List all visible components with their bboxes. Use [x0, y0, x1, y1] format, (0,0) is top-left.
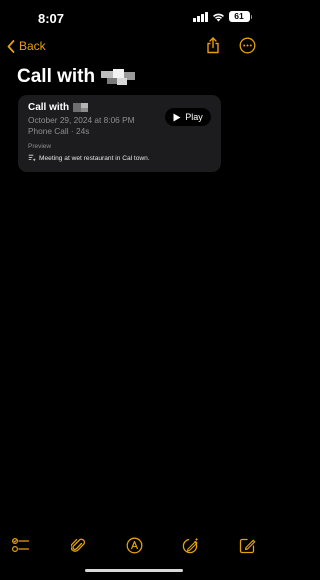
back-button[interactable]: Back — [7, 39, 46, 53]
more-icon — [239, 37, 256, 59]
call-card-title: Call with — [28, 102, 89, 113]
call-recording-card[interactable]: Call with October 29, 2024 at 8:06 PM Ph… — [18, 95, 221, 172]
chevron-left-icon — [7, 39, 15, 53]
more-button[interactable] — [237, 37, 257, 59]
call-date: October 29, 2024 at 8:06 PM — [28, 115, 135, 125]
new-note-icon — [239, 537, 256, 554]
battery-icon: 61 — [228, 11, 252, 22]
attachment-button[interactable] — [68, 535, 88, 555]
preview-text-content: Meeting at wet restaurant in Cal town. — [39, 154, 150, 162]
bottom-toolbar — [0, 535, 268, 555]
wifi-icon — [212, 12, 225, 22]
home-indicator — [85, 569, 183, 572]
cellular-signal-icon — [193, 11, 208, 22]
redacted-name — [101, 69, 136, 85]
status-time: 8:07 — [38, 11, 65, 26]
play-icon — [173, 113, 181, 122]
markup-icon — [126, 537, 143, 554]
play-label: Play — [185, 112, 203, 122]
call-card-title-text: Call with — [28, 102, 70, 113]
status-icons: 61 — [193, 11, 252, 22]
play-button[interactable]: Play — [165, 108, 211, 126]
share-button[interactable] — [203, 37, 223, 59]
battery-level: 61 — [228, 11, 250, 22]
back-label: Back — [19, 39, 46, 53]
compose-ai-button[interactable] — [181, 535, 201, 555]
status-bar: 8:07 61 — [0, 0, 268, 36]
share-icon — [206, 37, 220, 59]
compose-ai-icon — [182, 537, 200, 554]
checklist-button[interactable] — [11, 535, 31, 555]
note-title[interactable]: Call with — [17, 66, 136, 88]
redacted-name — [73, 103, 89, 112]
call-meta: Phone Call · 24s — [28, 126, 90, 136]
new-note-button[interactable] — [237, 535, 257, 555]
markup-button[interactable] — [124, 535, 144, 555]
preview-text: Meeting at wet restaurant in Cal town. — [28, 154, 150, 162]
attachment-icon — [71, 537, 85, 554]
note-title-text: Call with — [17, 66, 96, 87]
checklist-icon — [12, 537, 30, 553]
summary-icon — [28, 154, 36, 162]
navigation-bar: Back — [0, 36, 268, 60]
preview-label: Preview — [28, 143, 52, 150]
